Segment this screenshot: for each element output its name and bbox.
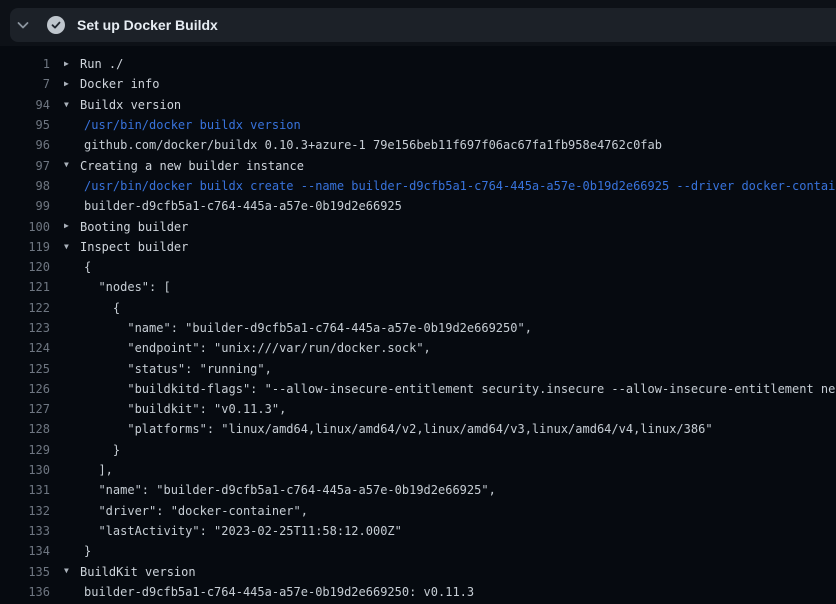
group-title-text: Run ./ <box>80 57 123 71</box>
log-line: 121 "nodes": [ <box>0 277 836 297</box>
log-line: 120 { <box>0 257 836 277</box>
line-number-link[interactable]: 127 <box>0 402 50 416</box>
chevron-down-icon[interactable] <box>15 17 31 33</box>
line-number-link[interactable]: 120 <box>0 260 50 274</box>
line-number-link[interactable]: 98 <box>0 179 50 193</box>
log-text: "driver": "docker-container", <box>80 504 308 518</box>
line-number-link[interactable]: 130 <box>0 463 50 477</box>
group-title-text: Creating a new builder instance <box>80 159 304 173</box>
log-text: github.com/docker/buildx 0.10.3+azure-1 … <box>80 138 662 152</box>
log-text: "name": "builder-d9cfb5a1-c764-445a-a57e… <box>80 483 496 497</box>
triangle-right-icon[interactable]: ▶ <box>50 216 80 236</box>
line-number-link[interactable]: 123 <box>0 321 50 335</box>
triangle-down-icon[interactable]: ▼ <box>50 95 80 115</box>
triangle-right-icon[interactable]: ▶ <box>50 74 80 94</box>
log-line: 99 builder-d9cfb5a1-c764-445a-a57e-0b19d2… <box>0 196 836 216</box>
triangle-down-icon[interactable]: ▼ <box>50 237 80 257</box>
line-number-link[interactable]: 132 <box>0 504 50 518</box>
log-text: builder-d9cfb5a1-c764-445a-a57e-0b19d2e6… <box>80 199 402 213</box>
log-text: { <box>80 260 91 274</box>
log-group-row[interactable]: 119▼Inspect builder <box>0 237 836 257</box>
log-text: "lastActivity": "2023-02-25T11:58:12.000… <box>80 524 402 538</box>
log-group-row[interactable]: 7▶Docker info <box>0 74 836 94</box>
log-text: } <box>80 544 91 558</box>
line-number-link[interactable]: 124 <box>0 341 50 355</box>
line-number-link[interactable]: 96 <box>0 138 50 152</box>
log-line: 130 ], <box>0 460 836 480</box>
line-number-link[interactable]: 121 <box>0 280 50 294</box>
log-text: ], <box>80 463 113 477</box>
log-line: 96 github.com/docker/buildx 0.10.3+azure-… <box>0 135 836 155</box>
log-line: 125 "status": "running", <box>0 358 836 378</box>
line-number-link[interactable]: 128 <box>0 422 50 436</box>
log-line: 131 "name": "builder-d9cfb5a1-c764-445a-… <box>0 480 836 500</box>
log-text: builder-d9cfb5a1-c764-445a-a57e-0b19d2e6… <box>80 585 474 599</box>
log-text: /usr/bin/docker buildx create --name bui… <box>80 179 836 193</box>
group-title-text: Docker info <box>80 77 159 91</box>
log-text: } <box>80 443 120 457</box>
line-number-link[interactable]: 1 <box>0 57 50 71</box>
log-line: 133 "lastActivity": "2023-02-25T11:58:12… <box>0 521 836 541</box>
line-number-link[interactable]: 94 <box>0 98 50 112</box>
group-title-text: Buildx version <box>80 98 181 112</box>
log-line: 132 "driver": "docker-container", <box>0 501 836 521</box>
log-text: "buildkitd-flags": "--allow-insecure-ent… <box>80 382 836 396</box>
log-line: 123 "name": "builder-d9cfb5a1-c764-445a-… <box>0 318 836 338</box>
log-group-row[interactable]: 1▶Run ./ <box>0 54 836 74</box>
log-line: 126 "buildkitd-flags": "--allow-insecure… <box>0 379 836 399</box>
log-text: { <box>80 301 120 315</box>
log-text: "nodes": [ <box>80 280 171 294</box>
log-text: "endpoint": "unix:///var/run/docker.sock… <box>80 341 431 355</box>
line-number-link[interactable]: 119 <box>0 240 50 254</box>
log-line: 95/usr/bin/docker buildx version <box>0 115 836 135</box>
log-line: 129 } <box>0 440 836 460</box>
group-title-text: Booting builder <box>80 220 188 234</box>
log-line: 128 "platforms": "linux/amd64,linux/amd6… <box>0 419 836 439</box>
log-line: 122 { <box>0 298 836 318</box>
triangle-down-icon[interactable]: ▼ <box>50 561 80 581</box>
line-number-link[interactable]: 134 <box>0 544 50 558</box>
check-circle-icon <box>47 16 65 34</box>
log-group-row[interactable]: 97▼Creating a new builder instance <box>0 155 836 175</box>
line-number-link[interactable]: 7 <box>0 77 50 91</box>
line-number-link[interactable]: 100 <box>0 220 50 234</box>
line-number-link[interactable]: 95 <box>0 118 50 132</box>
line-number-link[interactable]: 99 <box>0 199 50 213</box>
triangle-down-icon[interactable]: ▼ <box>50 155 80 175</box>
line-number-link[interactable]: 135 <box>0 565 50 579</box>
triangle-right-icon[interactable]: ▶ <box>50 54 80 74</box>
line-number-link[interactable]: 136 <box>0 585 50 599</box>
log-text: "status": "running", <box>80 362 272 376</box>
log-group-row[interactable]: 94▼Buildx version <box>0 95 836 115</box>
group-title-text: Inspect builder <box>80 240 188 254</box>
line-number-link[interactable]: 129 <box>0 443 50 457</box>
log-text: "platforms": "linux/amd64,linux/amd64/v2… <box>80 422 713 436</box>
log-group-row[interactable]: 135▼BuildKit version <box>0 561 836 581</box>
log-group-row[interactable]: 100▶Booting builder <box>0 216 836 236</box>
line-number-link[interactable]: 125 <box>0 362 50 376</box>
step-title: Set up Docker Buildx <box>77 17 218 33</box>
log-line: 127 "buildkit": "v0.11.3", <box>0 399 836 419</box>
log-line: 98/usr/bin/docker buildx create --name b… <box>0 176 836 196</box>
log-viewer[interactable]: 1▶Run ./7▶Docker info94▼Buildx version95… <box>0 46 836 604</box>
log-line: 134} <box>0 541 836 561</box>
log-line: 136 builder-d9cfb5a1-c764-445a-a57e-0b19d… <box>0 582 836 602</box>
line-number-link[interactable]: 133 <box>0 524 50 538</box>
step-header-row[interactable]: Set up Docker Buildx <box>10 8 836 42</box>
line-number-link[interactable]: 131 <box>0 483 50 497</box>
log-line: 124 "endpoint": "unix:///var/run/docker.… <box>0 338 836 358</box>
log-text: "buildkit": "v0.11.3", <box>80 402 286 416</box>
log-text: "name": "builder-d9cfb5a1-c764-445a-a57e… <box>80 321 532 335</box>
line-number-link[interactable]: 126 <box>0 382 50 396</box>
log-text: /usr/bin/docker buildx version <box>80 118 301 132</box>
group-title-text: BuildKit version <box>80 565 196 579</box>
line-number-link[interactable]: 97 <box>0 159 50 173</box>
line-number-link[interactable]: 122 <box>0 301 50 315</box>
